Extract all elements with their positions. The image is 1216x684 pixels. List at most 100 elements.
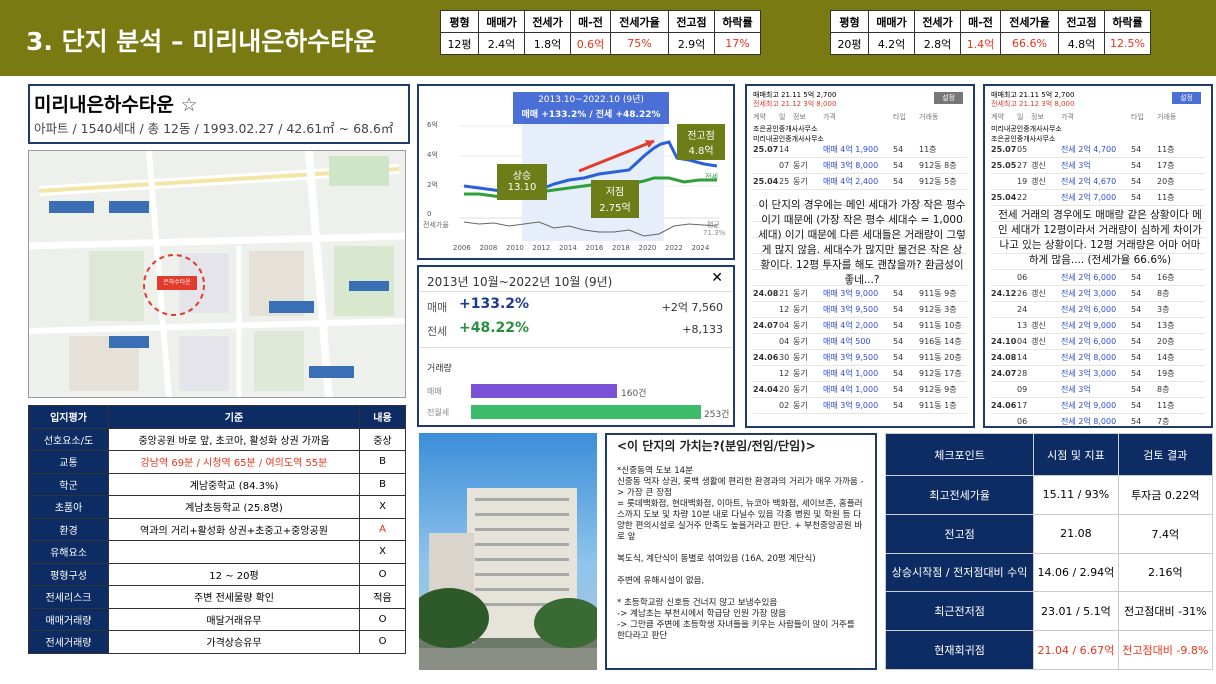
- tx1-cell: 매매 4억 1,000: [823, 369, 879, 378]
- location-header-cell: 기준: [108, 405, 360, 429]
- tx2-cell: 54: [1131, 321, 1142, 330]
- tx1-cell: 20: [779, 385, 790, 394]
- tx2-cell: 24.10: [991, 337, 1017, 346]
- apt-name-text: 미리내은하수타운: [34, 94, 174, 116]
- tx2-cell: 전세 2억 9,000: [1061, 321, 1117, 330]
- tx1-cell: 매매 3억 9,000: [823, 289, 879, 298]
- list-item: 24.0630 동기 매매 3억 9,500 54 911동 20층: [753, 350, 967, 366]
- tx1-cell: 54: [893, 401, 904, 410]
- price-headers-cell: 매매가: [478, 10, 525, 33]
- tx1-cell: 14: [779, 145, 790, 154]
- tx2-agent: 미리내공인중개사사무소: [991, 125, 1062, 133]
- list-item: 13 갱신 전세 2억 9,000 54 13층: [991, 318, 1205, 334]
- tx2-cell: 16층: [1157, 273, 1175, 282]
- tx2-settings-button[interactable]: 설정: [1172, 92, 1201, 104]
- list-item: 25.0422 전세 2억 7,000 54 11층: [991, 190, 1205, 206]
- tx1-cell: 25.04: [753, 177, 779, 186]
- location-cell: A: [359, 517, 406, 541]
- jeonse-amount: +8,133: [682, 323, 723, 336]
- value-line: *신중동역 도보 14분: [617, 466, 694, 476]
- page-title: 3. 단지 분석 – 미리내은하수타운: [26, 27, 377, 56]
- tx2-cell: 전세 2억 8,000: [1061, 417, 1117, 426]
- tx2-cell: 25.07: [991, 145, 1017, 154]
- tx2-cell: 54: [1131, 273, 1142, 282]
- sale-label: 매매: [427, 301, 448, 314]
- tx1-settings-button[interactable]: 설정: [934, 92, 963, 104]
- tx2-cell: 전세 3억 3,000: [1061, 369, 1117, 378]
- volume-title: 거래량: [427, 364, 452, 374]
- tx2-cell: 11층: [1157, 145, 1175, 154]
- list-item: 25.0527 갱신 전세 3억 54 17층: [991, 158, 1205, 174]
- tx2-overlay-note: 전세 거래의 경우에도 매매랑 같은 상황이다 메인 세대가 12평이라서 거래…: [998, 209, 1202, 266]
- y-tick-label: 0: [427, 210, 432, 218]
- list-item: 09 전세 3억 54 8층: [991, 382, 1205, 398]
- list-item: 25.0705 전세 2억 4,700 54 11층: [991, 142, 1205, 158]
- jeonse-pct: +48.22%: [459, 320, 530, 336]
- list-item: 19 갱신 전세 2억 4,670 54 20층: [991, 174, 1205, 190]
- price-headers-cell: 전고점: [1058, 10, 1105, 33]
- price-values-cell: 2.9억: [668, 32, 715, 55]
- close-icon[interactable]: ✕: [711, 270, 723, 286]
- price-values-cell: 1.4억: [960, 32, 1001, 55]
- checkpoint-cell: 전고점대비 -9.8%: [1117, 630, 1214, 670]
- checkpoint-cell: 14.06 / 2.94억: [1033, 552, 1119, 593]
- tx2-cell: 14층: [1157, 353, 1175, 362]
- table-row: 선호요소/도 중앙공원 바로 앞, 초코아, 활성화 상권 가까움 중상: [28, 427, 406, 451]
- tx1-cell: 동기: [793, 385, 808, 394]
- checkpoint-cell: 23.01 / 5.1억: [1033, 591, 1119, 632]
- list-item: 24 전세 2억 6,000 54 3층: [991, 302, 1205, 318]
- tx2-cell: 8층: [1157, 385, 1170, 394]
- price-values-cell: 0.6억: [570, 32, 611, 55]
- list-item: 24.0814 전세 2억 8,000 54 14층: [991, 350, 1205, 366]
- location-cell: 적음: [359, 585, 406, 609]
- favorite-star-icon[interactable]: ☆: [180, 94, 197, 116]
- tx2-cell: 54: [1131, 337, 1142, 346]
- price-headers-cell: 전고점: [668, 10, 715, 33]
- tx2-cell: 13: [1017, 321, 1028, 330]
- x-tick-label: 2016: [585, 244, 604, 252]
- rise-value: 13.10: [507, 182, 537, 193]
- location-map[interactable]: 은하수타운: [28, 150, 406, 398]
- location-cell: 중상: [359, 427, 406, 451]
- tx1-col-header: 거래동: [919, 113, 939, 121]
- tx2-cell: 24.07: [991, 369, 1017, 378]
- tx2-cell: 13층: [1157, 321, 1175, 330]
- apt-name: 미리내은하수타운 ☆: [34, 90, 198, 117]
- checkpoint-header-cell: 체크포인트: [884, 433, 1035, 476]
- checkpoint-header-cell: 시점 및 지표: [1033, 433, 1119, 476]
- tx2-cell: 54: [1131, 145, 1142, 154]
- price-headers-cell: 평형: [830, 10, 869, 33]
- tx2-col-header: 타입: [1131, 113, 1144, 121]
- price-values-cell: 66.6%: [1000, 32, 1059, 55]
- price-values-cell: 2.8억: [914, 32, 961, 55]
- tx1-cell: 동기: [793, 289, 808, 298]
- table-row: 유해요소 X: [28, 540, 406, 564]
- tx2-col-header: 계약: [991, 113, 1004, 121]
- tx1-cell: 동기: [793, 305, 808, 314]
- value-line: [617, 587, 865, 598]
- vol-rent-label: 전월세: [427, 408, 450, 417]
- vol-rent-value: 253건: [704, 410, 730, 420]
- checkpoint-cell: 현재회귀점: [884, 630, 1035, 670]
- price-trend-chart: 2013.10~2022.10 (9년) 매매 +133.2% / 전세 +48…: [417, 84, 735, 260]
- location-cell: O: [359, 607, 406, 631]
- tx2-cell: 54: [1131, 193, 1142, 202]
- tx2-cell: 전세 2억 3,000: [1061, 289, 1117, 298]
- list-item: 07 동기 매매 3억 8,000 54 912동 8층: [753, 158, 967, 174]
- tx1-cell: 매매 3억 9,000: [823, 401, 879, 410]
- tx2-cell: 24.06: [991, 401, 1017, 410]
- tx2-cell: 17층: [1157, 161, 1175, 170]
- list-item: 06 전세 2억 8,000 54 7층: [991, 414, 1205, 426]
- period-summary-panel: 2013년 10월~2022년 10월 (9년) ✕ 매매 +133.2% +2…: [417, 265, 735, 427]
- tx2-cell: 전세 3억: [1061, 161, 1091, 170]
- vol-sale-bar: [471, 384, 617, 398]
- tx1-cell: 매매 4억 1,000: [823, 385, 879, 394]
- tx1-cell: 동기: [793, 337, 808, 346]
- tx1-cell: 25: [779, 177, 790, 186]
- tx1-cell: 매매 4억 1,900: [823, 145, 879, 154]
- price-values-cell: 20평: [830, 32, 869, 55]
- map-marker-label[interactable]: 은하수타운: [157, 277, 197, 286]
- list-item: 06 전세 2억 6,000 54 16층: [991, 270, 1205, 286]
- table-row: 초품아 계남초등학교 (25.8명) X: [28, 495, 406, 519]
- value-line: 신중동 먹자 상권, 롯백 생활에 편리한 환경과의 거리가 매우 가까움 ->…: [617, 477, 864, 498]
